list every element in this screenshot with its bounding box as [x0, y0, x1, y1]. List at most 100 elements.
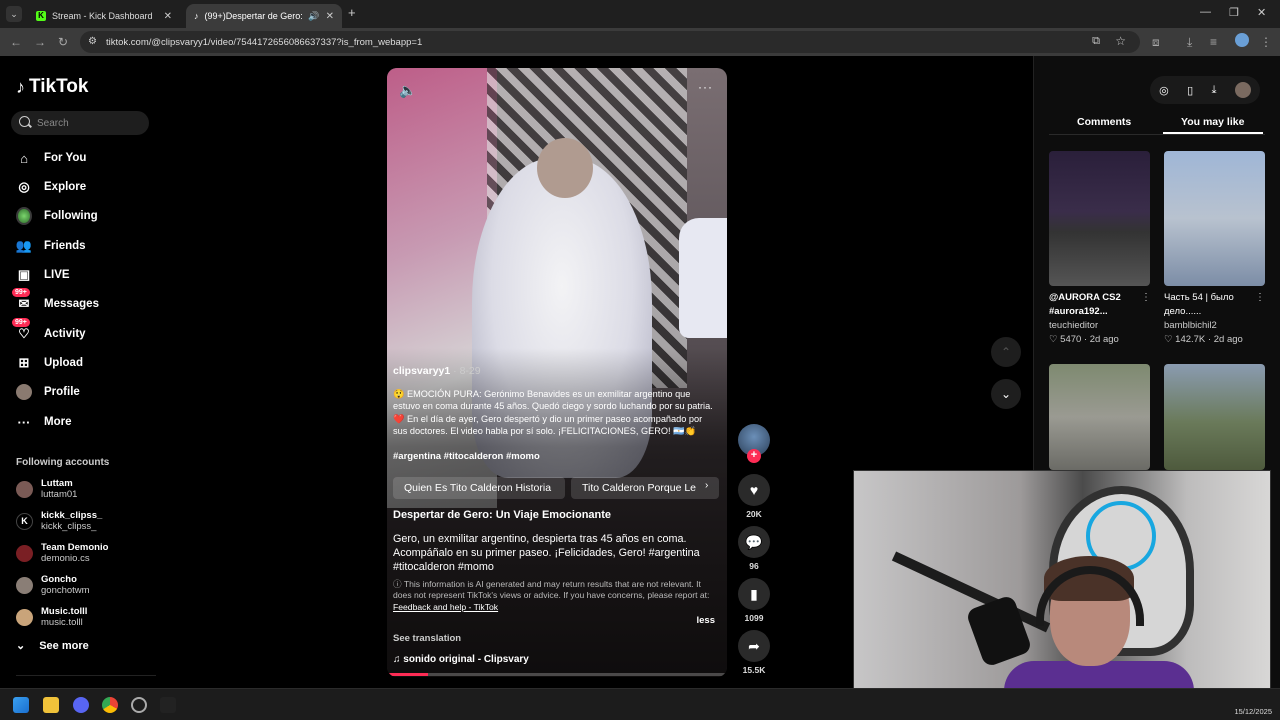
video-author-line[interactable]: clipsvaryy1 · 8-29	[393, 365, 481, 377]
maximize-icon[interactable]: ❐	[1229, 6, 1239, 19]
feedback-link[interactable]: Feedback and help - TikTok	[393, 602, 498, 612]
more-options-icon[interactable]: ⋮	[1141, 292, 1151, 303]
see-more-button[interactable]: ⌄ See more	[16, 639, 89, 653]
downloads-icon[interactable]: ⤓	[1187, 35, 1192, 50]
nav-messages[interactable]: ✉ 99+ Messages	[12, 288, 99, 315]
more-options-icon[interactable]: ⋮	[1255, 292, 1265, 303]
nav-label: Upload	[44, 357, 83, 369]
nav-following[interactable]: Following	[16, 205, 98, 227]
app-icon[interactable]	[160, 697, 176, 713]
new-tab-button[interactable]: +	[348, 5, 356, 20]
video-hashtags[interactable]: #argentina #titocalderon #momo	[393, 451, 540, 462]
search-input[interactable]: Search	[11, 111, 149, 135]
search-chip[interactable]: Quien Es Tito Calderon Historia	[393, 477, 565, 499]
chrome-icon[interactable]	[102, 697, 118, 713]
video-description: 😲 EMOCIÓN PURA: Gerónimo Benavides es un…	[393, 389, 713, 436]
sound-link[interactable]: ♫ sonido original - Clipsvary	[393, 654, 529, 665]
close-window-icon[interactable]: ✕	[1257, 6, 1266, 19]
thumbnail-caption[interactable]: @AURORA CS2 #aurora192... teuchieditor ♡…	[1049, 291, 1139, 347]
more-options-icon[interactable]: ···	[698, 80, 713, 94]
site-info-icon[interactable]: ⚙	[88, 36, 97, 47]
discord-icon[interactable]	[73, 697, 89, 713]
nav-upload[interactable]: ⊞ Upload	[16, 352, 83, 374]
following-account[interactable]: Luttam luttam01	[16, 476, 77, 502]
tiktok-logo[interactable]: ♪ TikTok	[16, 76, 88, 98]
speaker-icon[interactable]: 🔊	[308, 11, 319, 22]
nav-profile[interactable]: Profile	[16, 381, 80, 403]
profile-avatar-icon[interactable]	[1235, 33, 1249, 47]
post-date: 8-29	[459, 365, 481, 377]
nav-more[interactable]: ··· More	[16, 411, 72, 433]
taskbar-date: 15/12/2025	[1234, 707, 1272, 716]
obs-icon[interactable]	[131, 697, 147, 713]
file-explorer-icon[interactable]	[43, 697, 59, 713]
share-button[interactable]: ➦ 15.5K	[738, 630, 770, 675]
next-video-button[interactable]: ⌄	[991, 379, 1021, 409]
extensions-icon[interactable]: ⧈	[1152, 35, 1160, 50]
phone-icon[interactable]: ▯	[1187, 84, 1193, 97]
following-account[interactable]: K kickk_clipss_ kickk_clipss_	[16, 508, 102, 534]
nav-friends[interactable]: 👥 Friends	[16, 235, 86, 257]
tab-comments[interactable]: Comments	[1077, 116, 1131, 128]
follow-plus-icon[interactable]: +	[747, 449, 761, 463]
tab-kick-dashboard[interactable]: K Stream - Kick Dashboard ✕	[28, 4, 180, 28]
compass-icon: ◎	[18, 179, 30, 194]
avatar	[16, 576, 33, 594]
nav-live[interactable]: ▣ LIVE	[16, 264, 70, 286]
tab-search-button[interactable]: ⌄	[6, 6, 22, 22]
avatar[interactable]	[1234, 82, 1251, 98]
chevron-right-icon[interactable]: ›	[705, 480, 708, 491]
nav-explore[interactable]: ◎ Explore	[16, 176, 86, 198]
chevron-down-icon: ⌄	[1000, 387, 1012, 401]
video-thumbnail[interactable]	[1164, 151, 1265, 286]
close-icon[interactable]: ✕	[164, 11, 172, 22]
previous-video-button[interactable]: ⌃	[991, 337, 1021, 367]
back-icon[interactable]: ←	[10, 35, 22, 49]
forward-icon[interactable]: →	[34, 35, 46, 49]
like-button[interactable]: ♥ 20K	[738, 474, 770, 519]
thumbnail-caption[interactable]: Часть 54 | было дело...... bamblbichil2 …	[1164, 291, 1254, 347]
search-placeholder: Search	[37, 117, 69, 129]
download-icon[interactable]: ⤓	[1212, 84, 1217, 97]
search-chip[interactable]: Tito Calderon Porque Le	[571, 477, 719, 499]
windows-start-icon[interactable]	[13, 697, 29, 713]
video-thumbnail[interactable]	[1049, 151, 1150, 286]
save-count: 1099	[744, 613, 764, 623]
menu-icon[interactable]: ⋮	[1260, 35, 1272, 49]
comment-count: 96	[749, 561, 759, 571]
avatar: K	[16, 512, 33, 530]
activity-icon: ♡ 99+	[12, 318, 32, 342]
following-account[interactable]: Team Demonio demonio.cs	[16, 540, 108, 566]
speaker-icon[interactable]: 🔈	[399, 82, 416, 99]
search-icon	[19, 116, 30, 127]
video-player[interactable]: 🔈 ··· clipsvaryy1 · 8-29 😲 EMOCIÓN PURA:…	[387, 68, 727, 677]
nav-activity[interactable]: ♡ 99+ Activity	[12, 318, 86, 345]
url-field[interactable]: ⚙ tiktok.com/@clipsvaryy1/video/75441726…	[80, 31, 1140, 53]
bookmark-star-icon[interactable]: ☆	[1115, 34, 1126, 48]
save-button[interactable]: ▮ 1099	[738, 578, 770, 623]
video-thumbnail[interactable]	[1164, 364, 1265, 470]
author-name[interactable]: clipsvaryy1	[393, 365, 450, 377]
media-icon[interactable]: ≡	[1210, 35, 1217, 49]
tab-you-may-like[interactable]: You may like	[1181, 116, 1244, 128]
see-translation-link[interactable]: See translation	[393, 633, 461, 644]
following-account[interactable]: Goncho gonchotwm	[16, 572, 90, 598]
comment-button[interactable]: 💬 96	[738, 526, 770, 571]
reload-icon[interactable]: ↻	[58, 35, 68, 49]
compass-icon[interactable]: ◎	[1159, 84, 1169, 97]
tab-tiktok-video[interactable]: ♪ (99+)Despertar de Gero: Un 🔊 ✕	[186, 4, 342, 28]
video-progress-bar[interactable]	[387, 673, 727, 676]
close-icon[interactable]: ✕	[326, 11, 334, 22]
share-icon: ➦	[738, 630, 770, 662]
video-thumbnail[interactable]	[1049, 364, 1150, 470]
account-name: Team Demonio	[41, 542, 109, 553]
like-count: 20K	[746, 509, 762, 519]
less-button[interactable]: less	[697, 615, 716, 626]
nav-label: Messages	[44, 298, 99, 310]
messages-badge: 99+	[12, 288, 30, 297]
nav-label: Explore	[44, 181, 87, 193]
following-account[interactable]: Music.tolll music.tolll	[16, 604, 87, 630]
minimize-icon[interactable]: —	[1200, 6, 1211, 18]
install-icon[interactable]: ⧉	[1092, 35, 1100, 48]
nav-for-you[interactable]: ⌂ For You	[16, 147, 86, 169]
